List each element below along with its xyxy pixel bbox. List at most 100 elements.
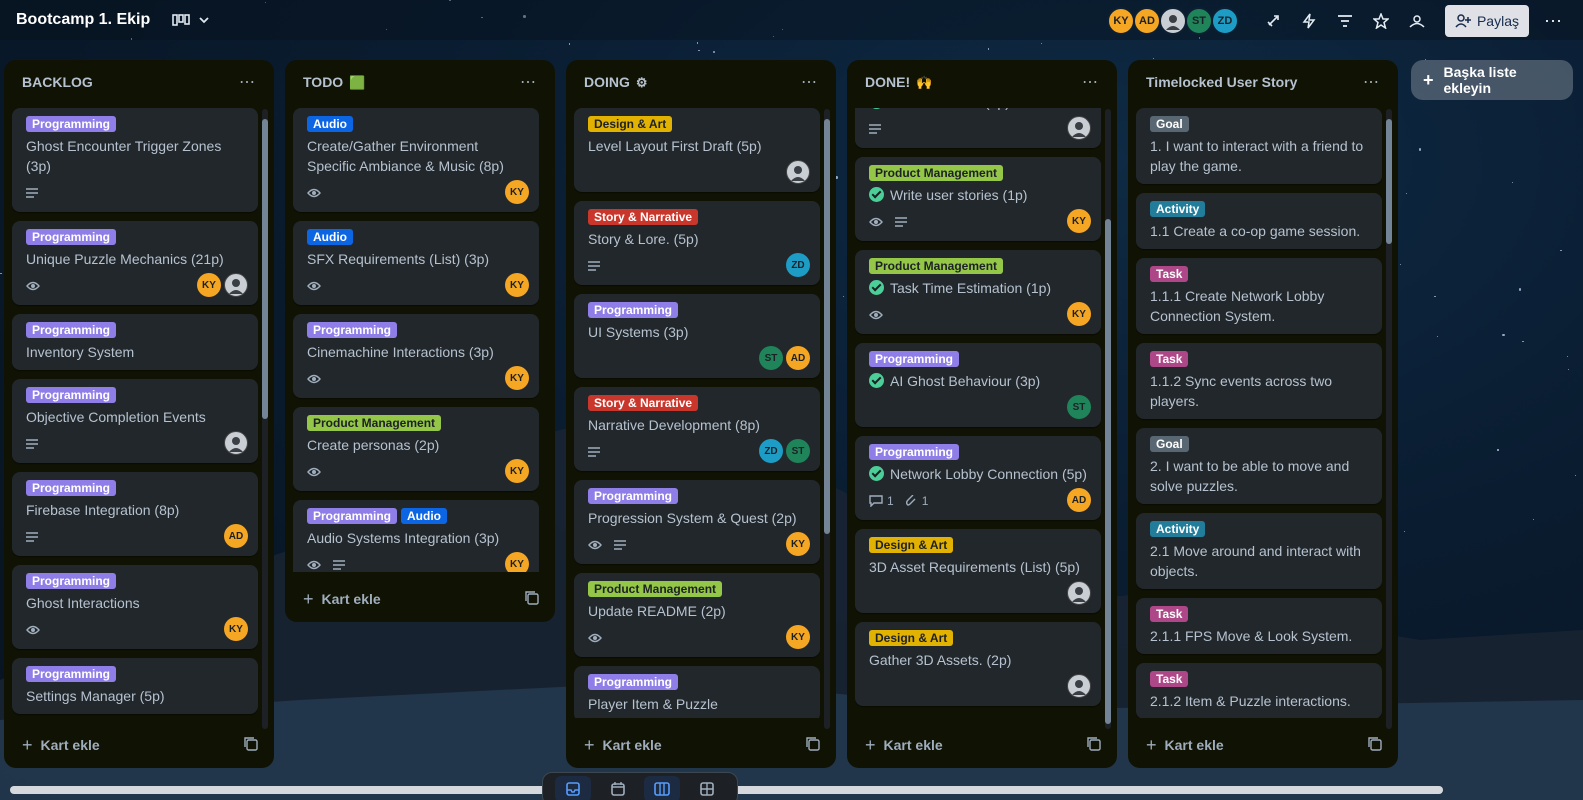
complete-check-icon[interactable] bbox=[869, 187, 884, 202]
card[interactable]: Design & Art Level Layout First Draft (5p… bbox=[574, 108, 820, 192]
automation-icon[interactable] bbox=[1295, 7, 1323, 35]
card-label[interactable]: Programming bbox=[307, 322, 398, 338]
card-label[interactable]: Task bbox=[1150, 266, 1189, 282]
card[interactable]: Programming Ghost Interactions KY bbox=[12, 565, 258, 649]
list-title[interactable]: DOING ⚙ bbox=[584, 74, 648, 91]
member-avatar[interactable]: ZD bbox=[786, 253, 810, 277]
list-header[interactable]: BACKLOG ⋯ bbox=[4, 60, 274, 104]
card[interactable]: Activity 1.1 Create a co-op game session. bbox=[1136, 193, 1382, 249]
calendar-view-icon[interactable] bbox=[600, 776, 636, 800]
member-avatar[interactable]: AD bbox=[786, 346, 810, 370]
card[interactable]: Audio Create/Gather Environment Specific … bbox=[293, 108, 539, 212]
member-avatar[interactable]: KY bbox=[505, 366, 529, 390]
card[interactable]: Task 1.1.2 Sync events across two players… bbox=[1136, 343, 1382, 419]
member-avatar[interactable]: KY bbox=[505, 180, 529, 204]
list-scrollbar-thumb[interactable] bbox=[262, 119, 268, 419]
complete-check-icon[interactable] bbox=[869, 280, 884, 295]
card[interactable]: Programming Ghost Encounter Trigger Zones… bbox=[12, 108, 258, 212]
card[interactable]: Design & Art 3D Asset Requirements (List)… bbox=[855, 529, 1101, 613]
star-icon[interactable] bbox=[1367, 7, 1395, 35]
card[interactable]: Programming Objective Completion Events bbox=[12, 379, 258, 463]
list-header[interactable]: DOING ⚙ ⋯ bbox=[566, 60, 836, 104]
card-label[interactable]: Audio bbox=[401, 508, 448, 524]
card-label[interactable]: Design & Art bbox=[869, 537, 954, 553]
board-title[interactable]: Bootcamp 1. Ekip bbox=[16, 11, 150, 29]
card[interactable]: Product Management Update README (2p) KY bbox=[574, 573, 820, 657]
create-from-template-icon[interactable] bbox=[244, 736, 258, 754]
member-avatar[interactable]: ST bbox=[759, 346, 783, 370]
card-label[interactable]: Product Management bbox=[869, 165, 1004, 181]
add-card-button[interactable]: + Kart ekle bbox=[303, 589, 381, 610]
member-avatar[interactable]: ZD bbox=[1210, 7, 1239, 35]
card[interactable]: Programming Audio Audio Systems Integratio… bbox=[293, 500, 539, 572]
card-label[interactable]: Audio bbox=[307, 229, 353, 245]
list-scrollbar[interactable] bbox=[1105, 109, 1111, 729]
card-label[interactable]: Story & Narrative bbox=[588, 209, 699, 225]
member-avatar[interactable]: KY bbox=[1106, 7, 1135, 35]
member-avatar[interactable]: KY bbox=[224, 617, 248, 641]
list-scrollbar[interactable] bbox=[824, 109, 830, 729]
card[interactable]: Programming Settings Manager (5p) bbox=[12, 658, 258, 714]
inbox-view-icon[interactable] bbox=[555, 776, 592, 800]
list-title[interactable]: TODO 🟩 bbox=[303, 74, 365, 91]
card-label[interactable]: Programming bbox=[588, 488, 679, 504]
add-card-button[interactable]: + Kart ekle bbox=[865, 735, 943, 756]
add-list-button[interactable]: + Başka liste ekleyin bbox=[1411, 60, 1573, 100]
card-label[interactable]: Product Management bbox=[588, 581, 723, 597]
member-avatar[interactable]: KY bbox=[1067, 209, 1091, 233]
card[interactable]: Task 2.1.2 Item & Puzzle interactions. bbox=[1136, 663, 1382, 718]
card-label[interactable]: Programming bbox=[307, 508, 398, 524]
card-label[interactable]: Audio bbox=[307, 116, 353, 132]
card[interactable]: Level Blockout (3p) bbox=[855, 108, 1101, 148]
list-title[interactable]: BACKLOG bbox=[22, 74, 93, 90]
member-avatar-photo[interactable] bbox=[1067, 674, 1091, 698]
card-label[interactable]: Goal bbox=[1150, 116, 1189, 132]
list-title[interactable]: Timelocked User Story bbox=[1146, 74, 1297, 90]
member-avatar[interactable]: KY bbox=[786, 625, 810, 649]
board-view-switcher[interactable] bbox=[172, 13, 210, 27]
visibility-icon[interactable] bbox=[1403, 7, 1431, 35]
card[interactable]: Programming UI Systems (3p) ST AD bbox=[574, 294, 820, 378]
card-label[interactable]: Programming bbox=[26, 387, 117, 403]
card-label[interactable]: Task bbox=[1150, 606, 1189, 622]
member-avatar-photo[interactable] bbox=[1158, 7, 1187, 35]
member-avatar[interactable]: KY bbox=[197, 273, 221, 297]
member-avatar[interactable]: ST bbox=[786, 439, 810, 463]
card[interactable]: Programming Network Lobby Connection (5p)… bbox=[855, 436, 1101, 520]
card[interactable]: Programming Progression System & Quest (2… bbox=[574, 480, 820, 564]
card-label[interactable]: Programming bbox=[26, 480, 117, 496]
card-label[interactable]: Programming bbox=[26, 666, 117, 682]
power-ups-icon[interactable] bbox=[1259, 7, 1287, 35]
card[interactable]: Product Management Write user stories (1p… bbox=[855, 157, 1101, 241]
card-label[interactable]: Task bbox=[1150, 671, 1189, 687]
member-avatar[interactable]: KY bbox=[505, 273, 529, 297]
card-label[interactable]: Goal bbox=[1150, 436, 1189, 452]
card[interactable]: Goal 1. I want to interact with a friend … bbox=[1136, 108, 1382, 184]
member-avatar[interactable]: ZD bbox=[759, 439, 783, 463]
card-label[interactable]: Programming bbox=[588, 674, 679, 690]
member-avatar[interactable]: AD bbox=[224, 524, 248, 548]
card-label[interactable]: Product Management bbox=[307, 415, 442, 431]
board-members[interactable]: KY AD ST ZD bbox=[1106, 7, 1239, 35]
share-button[interactable]: Paylaş bbox=[1444, 5, 1529, 37]
member-avatar-photo[interactable] bbox=[1067, 581, 1091, 605]
card-label[interactable]: Story & Narrative bbox=[588, 395, 699, 411]
card[interactable]: Programming Unique Puzzle Mechanics (21p)… bbox=[12, 221, 258, 305]
card-label[interactable]: Programming bbox=[588, 302, 679, 318]
add-card-button[interactable]: + Kart ekle bbox=[22, 735, 100, 756]
list-header[interactable]: Timelocked User Story ⋯ bbox=[1128, 60, 1398, 104]
member-avatar-photo[interactable] bbox=[224, 431, 248, 455]
card[interactable]: Audio SFX Requirements (List) (3p) KY bbox=[293, 221, 539, 305]
card-label[interactable]: Activity bbox=[1150, 201, 1206, 217]
card[interactable]: Story & Narrative Story & Lore. (5p) ZD bbox=[574, 201, 820, 285]
card-label[interactable]: Programming bbox=[869, 351, 960, 367]
card[interactable]: Programming Inventory System bbox=[12, 314, 258, 370]
create-from-template-icon[interactable] bbox=[806, 736, 820, 754]
card-label[interactable]: Programming bbox=[869, 444, 960, 460]
card[interactable]: Programming Firebase Integration (8p) AD bbox=[12, 472, 258, 556]
card[interactable]: Activity 2.1 Move around and interact wit… bbox=[1136, 513, 1382, 589]
card[interactable]: Task 1.1.1 Create Network Lobby Connectio… bbox=[1136, 258, 1382, 334]
list-title[interactable]: DONE! 🙌 bbox=[865, 74, 932, 91]
add-card-button[interactable]: + Kart ekle bbox=[1146, 735, 1224, 756]
list-header[interactable]: DONE! 🙌 ⋯ bbox=[847, 60, 1117, 104]
